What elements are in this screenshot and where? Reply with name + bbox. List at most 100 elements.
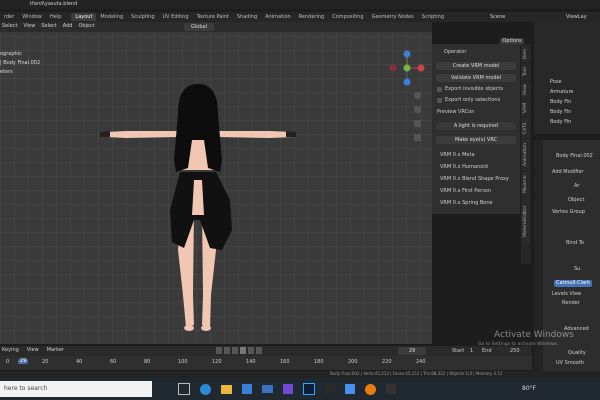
menu-item[interactable]: Help [46, 13, 65, 21]
viewport-menu-item[interactable]: Add [63, 24, 73, 29]
app-icon[interactable] [386, 384, 396, 394]
end-field[interactable]: 250 [510, 349, 520, 354]
prev-key-icon[interactable] [224, 347, 230, 354]
sidebar-tabs: Item Tool View VRM CATS Animation Mixamo… [521, 44, 531, 264]
catmull-clark-button[interactable]: Catmull-Clark [554, 280, 592, 287]
field-label: Object [568, 197, 585, 203]
play-icon[interactable] [240, 347, 246, 354]
play-reverse-icon[interactable] [232, 347, 238, 354]
file-explorer-icon[interactable] [221, 384, 232, 394]
outliner-item[interactable]: Armature [550, 90, 573, 95]
workspace-tab[interactable]: Sculpting [127, 13, 158, 21]
timeline-menu[interactable]: Marker [47, 348, 64, 353]
viewport-info-mode: ographic [0, 51, 22, 57]
frame-tick: 200 [348, 359, 358, 365]
make-vrc-button[interactable]: Make eye(s) VRC [436, 136, 516, 144]
workspace-tab[interactable]: Modeling [96, 13, 127, 21]
add-modifier-dropdown[interactable]: Add Modifier [552, 170, 584, 175]
side-tab[interactable]: Tool [521, 64, 530, 80]
workspace-tab[interactable]: Texture Paint [193, 13, 233, 21]
validate-vrm-button[interactable]: Validate VRM model [436, 74, 516, 82]
blender-icon[interactable] [365, 383, 376, 395]
workspace-tab[interactable]: Rendering [295, 13, 329, 21]
navigation-gizmo[interactable] [387, 48, 427, 88]
vrm-section[interactable]: VRM 0.x Spring Bone [440, 201, 493, 206]
workspace-tab[interactable]: UV Editing [159, 13, 193, 21]
outliner-item[interactable]: Pose [550, 80, 562, 85]
app-icon[interactable] [325, 384, 335, 394]
frame-tick: 20 [42, 359, 49, 365]
workspace-tab[interactable]: Compositing [328, 13, 367, 21]
app-icon[interactable] [283, 384, 293, 394]
start-field[interactable]: 1 [470, 349, 473, 354]
vrm-section[interactable]: VRM 0.x Blend Shape Proxy [440, 177, 509, 182]
workspace-tab[interactable]: Geometry Nodes [368, 13, 418, 21]
search-box[interactable]: here to search [0, 381, 152, 397]
outliner-item[interactable]: Body Fin [550, 100, 571, 105]
vrm-section[interactable]: VRM 0.x Humanoid [440, 165, 488, 170]
mail-icon[interactable] [262, 385, 273, 393]
workspace-tab[interactable]: Scripting [418, 13, 448, 21]
photoshop-icon[interactable] [303, 383, 315, 395]
weather-temp[interactable]: 80°F [522, 386, 536, 392]
object-name[interactable]: Body Final.002 [556, 154, 593, 159]
next-key-icon[interactable] [248, 347, 254, 354]
preview-label: Preview VRCon [437, 109, 475, 115]
character-model[interactable] [98, 80, 298, 336]
viewport-menu-item[interactable]: Object [78, 24, 94, 29]
playhead[interactable]: 29 [18, 359, 29, 364]
playback-controls [216, 347, 262, 354]
frame-tick: 40 [76, 359, 83, 365]
modifier-armature[interactable]: Ar [574, 184, 579, 189]
hand-pan-icon[interactable] [414, 106, 421, 113]
checkbox[interactable] [437, 98, 442, 103]
zoom-icon[interactable] [414, 92, 421, 99]
vrm-section[interactable]: VRM 0.x First Person [440, 189, 491, 194]
current-frame-field[interactable]: 29 [398, 347, 426, 355]
grid-icon[interactable] [414, 134, 421, 141]
camera-icon[interactable] [414, 120, 421, 127]
vrm-section[interactable]: VRM 0.x Meta [440, 153, 475, 158]
panel-title: Operator [444, 49, 467, 55]
frame-tick: 220 [382, 359, 392, 365]
side-tab[interactable]: View [521, 82, 530, 98]
jump-start-icon[interactable] [216, 347, 222, 354]
transform-orientation-dropdown[interactable]: Global [184, 23, 214, 31]
workspace-tab[interactable]: Animation [261, 13, 295, 21]
activation-watermark: Activate Windows [494, 330, 574, 340]
status-bar: Body Final.002 | Verts:45,213 | Faces:45… [0, 371, 600, 378]
task-view-icon[interactable] [178, 383, 190, 395]
frame-tick: 80 [144, 359, 151, 365]
timeline-track[interactable]: 29 0 20 40 60 80 100 120 140 160 180 200… [0, 356, 532, 370]
viewlayer-selector[interactable]: ViewLay [566, 15, 587, 20]
checkbox[interactable] [437, 87, 442, 92]
side-tab[interactable]: CATS [521, 118, 530, 138]
outliner-item[interactable]: Body Fin [550, 120, 571, 125]
side-tab[interactable]: VRM [521, 100, 530, 116]
frame-tick: 240 [416, 359, 426, 365]
jump-end-icon[interactable] [256, 347, 262, 354]
workspace-tab[interactable]: Shading [233, 13, 261, 21]
edge-icon[interactable] [200, 383, 211, 395]
app-icon[interactable] [345, 384, 355, 394]
create-vrm-button[interactable]: Create VRM model [436, 62, 516, 70]
activation-watermark-sub: Go to Settings to activate Windows. [478, 342, 559, 347]
modifier-subdivision[interactable]: Su [574, 267, 580, 272]
menu-item[interactable]: rder [0, 13, 18, 21]
side-tab[interactable]: Animation [521, 140, 530, 170]
viewport-menu-item[interactable]: Select [2, 24, 17, 29]
timeline-menu[interactable]: Keying [2, 348, 19, 353]
viewport-menu-item[interactable]: View [23, 24, 35, 29]
side-tab[interactable]: Item [521, 46, 530, 62]
workspace-tab[interactable]: Layout [71, 13, 97, 21]
scene-selector[interactable]: Scene [490, 15, 505, 20]
outliner-item[interactable]: Body Fin [550, 110, 571, 115]
menu-item[interactable]: Window [18, 13, 46, 21]
frame-tick: 120 [212, 359, 222, 365]
frame-tick: 100 [178, 359, 188, 365]
viewport-menu-item[interactable]: Select [41, 24, 56, 29]
side-tab[interactable]: MaterialEditor [521, 198, 530, 244]
timeline-menu[interactable]: View [27, 348, 39, 353]
side-tab[interactable]: Mixamo [521, 172, 530, 196]
store-icon[interactable] [242, 384, 252, 394]
